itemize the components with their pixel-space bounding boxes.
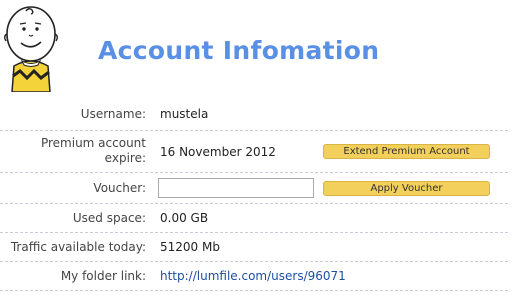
voucher-label: Voucher: xyxy=(93,181,146,195)
username-value: mustela xyxy=(160,107,209,121)
voucher-row: Voucher: Apply Voucher xyxy=(0,173,508,204)
used-space-value: 0.00 GB xyxy=(160,211,209,225)
folder-link-label: My folder link: xyxy=(60,269,146,283)
apply-voucher-button[interactable]: Apply Voucher xyxy=(323,181,490,196)
mascot-image xyxy=(4,6,58,92)
premium-label: Premium account expire: xyxy=(41,136,146,166)
premium-label-line1: Premium account xyxy=(40,136,146,150)
extend-premium-button[interactable]: Extend Premium Account xyxy=(323,144,490,159)
traffic-row: Traffic available today: 51200 Mb xyxy=(0,233,508,262)
voucher-input[interactable] xyxy=(158,178,314,198)
traffic-value: 51200 Mb xyxy=(160,240,220,254)
premium-label-line2: expire: xyxy=(104,151,146,165)
username-row: Username: mustela xyxy=(0,100,508,131)
premium-expire-value: 16 November 2012 xyxy=(160,145,276,159)
username-label: Username: xyxy=(80,107,146,121)
folder-link[interactable]: http://lumfile.com/users/96071 xyxy=(160,269,346,284)
traffic-label: Traffic available today: xyxy=(10,240,146,254)
folder-link-row: My folder link: http://lumfile.com/users… xyxy=(0,262,508,291)
used-space-label: Used space: xyxy=(72,211,146,225)
page-title: Account Infomation xyxy=(98,36,380,65)
premium-row: Premium account expire: 16 November 2012… xyxy=(0,131,508,173)
used-space-row: Used space: 0.00 GB xyxy=(0,204,508,233)
